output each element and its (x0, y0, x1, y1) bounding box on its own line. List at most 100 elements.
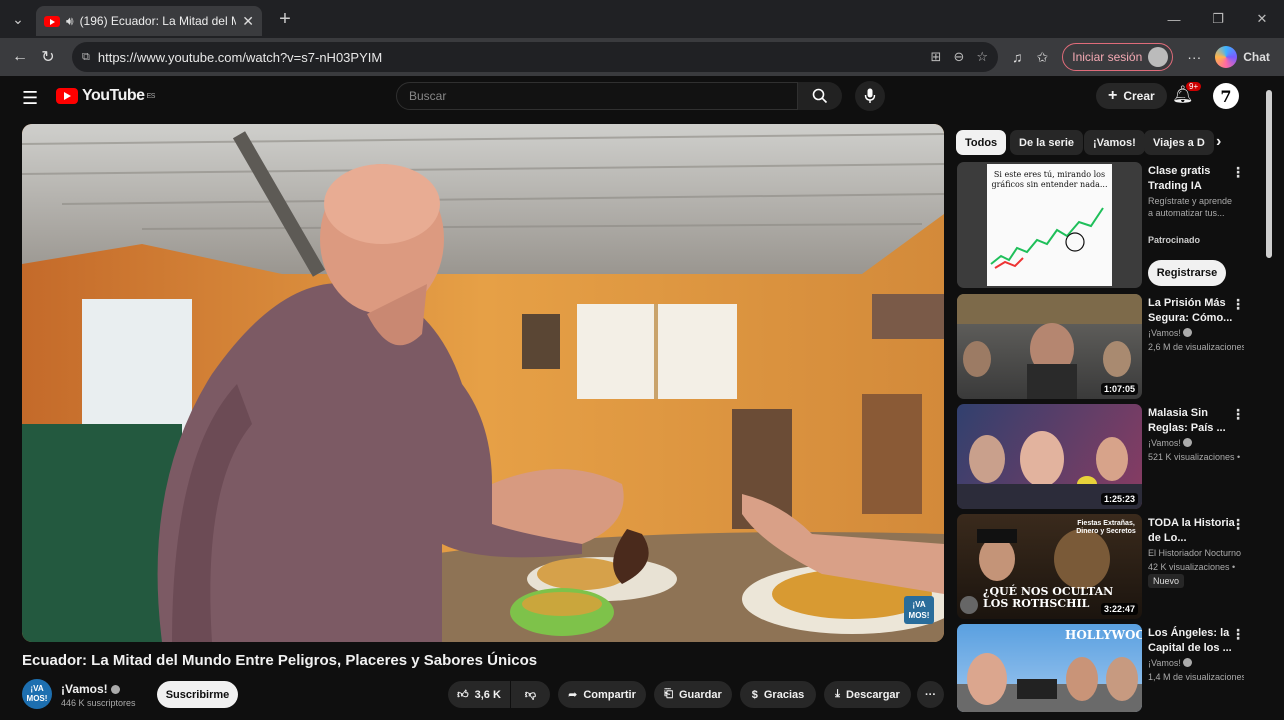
window-controls: — ❐ ✕ (1152, 0, 1284, 38)
scrollbar-thumb[interactable] (1266, 90, 1272, 258)
recommendation-item[interactable]: Fiestas Extrañas, Dinero y Secretos ¿QUÉ… (957, 514, 1257, 620)
app-install-icon[interactable]: ⊞ (931, 49, 942, 65)
chip-de-la-serie[interactable]: De la serie (1010, 130, 1084, 155)
search-input[interactable]: Buscar (396, 82, 798, 110)
zoom-icon[interactable]: ⊖ (953, 49, 964, 65)
video-duration: 3:22:47 (1100, 603, 1138, 615)
rec-more-icon[interactable]: ⋮ (1231, 296, 1245, 313)
recommendation-item[interactable]: HOLLYWOOD Los Ángeles: la Capital de los… (957, 624, 1257, 714)
search-button[interactable] (798, 82, 842, 110)
speaker-icon[interactable]: 🔊︎ (66, 14, 74, 29)
create-button[interactable]: + Crear (1096, 83, 1167, 109)
channel-watermark[interactable]: ¡VA MOS! (904, 596, 934, 624)
rec-title[interactable]: TODA la Historia de Lo... (1148, 516, 1236, 546)
ad-thumbnail[interactable]: Si este eres tú, mirando los gráficos si… (957, 162, 1142, 288)
tab-list-chevron-icon[interactable]: ⌄ (0, 0, 36, 38)
channel-avatar[interactable]: ¡VA MOS! (22, 679, 52, 709)
rec-title[interactable]: Malasia Sin Reglas: País ... (1148, 406, 1236, 436)
ad-title[interactable]: Clase gratis Trading IA (1148, 164, 1236, 194)
rec-title[interactable]: Los Ángeles: la Capital de los ... (1148, 626, 1236, 656)
youtube-logo[interactable]: YouTube ES (56, 87, 155, 105)
thumbs-down-icon: 👎︎ (524, 689, 537, 701)
register-button[interactable]: Registrarse (1148, 260, 1226, 286)
dislike-button[interactable]: 👎︎ (511, 681, 550, 708)
thumbs-up-icon: 👍︎ (457, 689, 469, 701)
thanks-button[interactable]: $ Gracias (740, 681, 816, 708)
chip-vamos[interactable]: ¡Vamos! (1084, 130, 1145, 155)
address-bar[interactable]: ⧉ https://www.youtube.com/watch?v=s7-nH0… (72, 42, 998, 72)
tab-title: (196) Ecuador: La Mitad del M (79, 14, 237, 28)
restore-icon[interactable]: ❐ (1196, 11, 1240, 27)
copilot-chat-button[interactable]: Chat (1215, 46, 1270, 68)
like-button[interactable]: 👍︎ 3,6 K (448, 681, 510, 708)
close-window-icon[interactable]: ✕ (1240, 11, 1284, 27)
rec-views: 42 K visualizaciones • (1148, 562, 1236, 572)
rec-more-icon[interactable]: ⋮ (1231, 406, 1245, 423)
signin-label: Iniciar sesión (1072, 50, 1143, 64)
download-icon: ⤓ (835, 688, 841, 700)
recommendation-item[interactable]: 1:25:23 Malasia Sin Reglas: País ... ¡Va… (957, 404, 1257, 510)
verified-icon (111, 685, 121, 694)
subscriber-count: 446 K suscriptores (61, 698, 136, 708)
new-tab-plus-icon[interactable]: + (270, 8, 300, 31)
verified-icon (1183, 658, 1193, 667)
microphone-icon (864, 88, 876, 103)
rec-more-icon[interactable]: ⋮ (1231, 626, 1245, 643)
rec-title[interactable]: La Prisión Más Segura: Cómo... (1148, 296, 1236, 326)
youtube-play-logo-icon (56, 88, 78, 104)
notification-count-badge: 9+ (1186, 82, 1202, 91)
rec-views: 1,4 M de visualizaciones (1148, 672, 1244, 682)
rec-thumbnail[interactable]: 1:07:05 (957, 294, 1142, 399)
channel-name-text: ¡Vamos! (61, 682, 108, 696)
rec-more-icon[interactable]: ⋮ (1231, 516, 1245, 533)
rec-thumbnail[interactable]: 1:25:23 (957, 404, 1142, 509)
ad-thumb-text: Si este eres tú, mirando los gráficos si… (991, 170, 1108, 189)
subscribe-button[interactable]: Suscribirme (157, 681, 238, 708)
rec-thumbnail[interactable]: HOLLYWOOD (957, 624, 1142, 712)
verified-icon (1183, 438, 1193, 447)
reload-icon[interactable]: ↻ (34, 43, 62, 71)
thanks-dollar-icon: $ (751, 688, 758, 701)
site-info-icon[interactable]: ⧉ (82, 51, 90, 64)
rec-channel: ¡Vamos! (1148, 437, 1244, 450)
chip-todos[interactable]: Todos (956, 130, 1007, 155)
channel-name[interactable]: ¡Vamos! (61, 682, 121, 696)
thanks-label: Gracias (763, 688, 805, 701)
favorites-icon[interactable]: ✩ (1037, 49, 1049, 66)
media-control-icon[interactable]: ♫ (1012, 49, 1023, 65)
share-button[interactable]: ➦ Compartir (558, 681, 646, 708)
hamburger-menu-icon[interactable]: ☰ (22, 88, 38, 109)
ad-more-icon[interactable]: ⋮ (1231, 164, 1245, 181)
youtube-header: ☰ YouTube ES Buscar + Crear 🔔︎ 9+ 7 (0, 76, 1284, 118)
ad-thumb-panel: Si este eres tú, mirando los gráficos si… (987, 164, 1112, 286)
thumb-subtext: Fiestas Extrañas, Dinero y Secretos (1076, 520, 1136, 535)
save-button[interactable]: ⎗ Guardar (654, 681, 732, 708)
browser-toolbar: ← ↻ ⧉ https://www.youtube.com/watch?v=s7… (0, 38, 1284, 76)
minimize-icon[interactable]: — (1152, 12, 1196, 27)
video-player[interactable]: ¡VA MOS! (22, 124, 944, 642)
chips-next-chevron-icon[interactable]: › (1216, 133, 1221, 151)
channel-mini-avatar (960, 596, 978, 614)
rec-channel-name: ¡Vamos! (1148, 328, 1181, 338)
more-options-icon[interactable]: ··· (1187, 49, 1201, 65)
rec-channel: ¡Vamos! (1148, 657, 1244, 670)
account-avatar[interactable]: 7 (1213, 83, 1239, 109)
more-actions-button[interactable]: ··· (917, 681, 944, 708)
recommendation-item[interactable]: 1:07:05 La Prisión Más Segura: Cómo... ¡… (957, 294, 1257, 400)
signin-button[interactable]: Iniciar sesión (1062, 43, 1174, 71)
browser-tab-strip: ⌄ 🔊︎ (196) Ecuador: La Mitad del M ✕ + —… (0, 0, 1284, 38)
filter-chips: Todos De la serie ¡Vamos! Viajes a D (956, 130, 1236, 156)
tab-close-icon[interactable]: ✕ (242, 13, 254, 30)
browser-tab[interactable]: 🔊︎ (196) Ecuador: La Mitad del M ✕ (36, 6, 262, 36)
voice-search-button[interactable] (855, 81, 885, 111)
back-arrow-icon[interactable]: ← (6, 43, 34, 71)
chat-label: Chat (1243, 50, 1270, 64)
video-title: Ecuador: La Mitad del Mundo Entre Peligr… (22, 652, 538, 669)
sponsored-card[interactable]: Si este eres tú, mirando los gráficos si… (957, 162, 1257, 290)
rec-thumbnail[interactable]: Fiestas Extrañas, Dinero y Secretos ¿QUÉ… (957, 514, 1142, 619)
page-scrollbar[interactable] (1266, 90, 1272, 712)
favorite-star-icon[interactable]: ☆ (976, 49, 988, 65)
download-button[interactable]: ⤓ Descargar (824, 681, 911, 708)
chip-viajes[interactable]: Viajes a D (1144, 130, 1214, 155)
profile-avatar-icon (1148, 47, 1169, 67)
